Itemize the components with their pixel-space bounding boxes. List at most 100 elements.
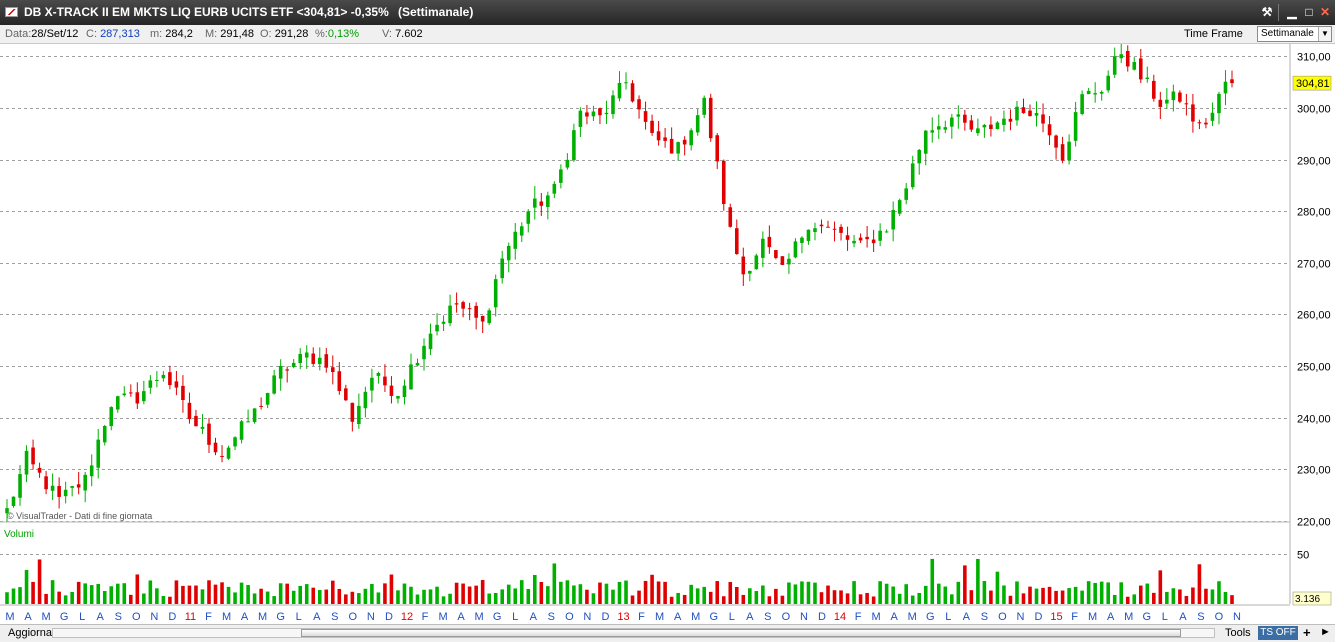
chart-scrollbar[interactable]: [52, 628, 1215, 638]
pin-icon[interactable]: ⚒: [1259, 4, 1275, 20]
price-tick-label: 270,00: [1297, 259, 1331, 271]
candle-body: [1106, 75, 1110, 91]
volume-bar: [187, 585, 192, 604]
candle-body: [884, 231, 889, 233]
candle-body: [396, 396, 400, 399]
x-tick-label: F: [422, 611, 429, 623]
candle-body: [259, 405, 263, 407]
candle-body: [1158, 99, 1163, 107]
pct-label: %:: [315, 28, 328, 40]
candle-body: [963, 114, 967, 123]
minimize-button[interactable]: ▁: [1284, 4, 1300, 20]
candle-body: [598, 108, 602, 116]
price-chart[interactable]: 220,00 230,00 240,00 250,00 260,00 270,00 280,…: [0, 44, 1335, 624]
x-tick-label: M: [655, 611, 664, 623]
x-tick-label: M: [908, 611, 917, 623]
candle-body: [858, 237, 863, 241]
candle-body: [806, 229, 811, 241]
plus-button[interactable]: +: [1303, 625, 1311, 640]
candle-body: [168, 372, 172, 386]
volume-bar: [1145, 583, 1150, 604]
candle-body: [1093, 93, 1097, 95]
volume-bar: [513, 588, 518, 604]
volume-bar: [936, 583, 941, 604]
volume-bar: [650, 574, 654, 604]
volume-bar: [1047, 586, 1052, 604]
candle-body: [1138, 58, 1143, 80]
candle-body: [995, 122, 1000, 129]
volume-bar: [311, 587, 316, 604]
candle-body: [344, 388, 348, 401]
candle-body: [878, 230, 882, 241]
volume-bar: [148, 580, 153, 604]
volume-bar: [441, 596, 446, 604]
volume-bar: [220, 582, 224, 604]
candle-body: [337, 371, 342, 392]
volume-bar: [18, 587, 22, 604]
x-tick-label: 13: [617, 611, 629, 623]
candle-body: [637, 99, 641, 110]
candle-body: [793, 241, 798, 258]
x-tick-label: L: [79, 611, 85, 623]
volume-bar: [604, 583, 609, 604]
tools-button[interactable]: Tools: [1225, 627, 1251, 639]
volume-bar: [396, 590, 400, 604]
x-tick-label: N: [367, 611, 375, 623]
x-tick-label: S: [548, 611, 555, 623]
volume-bar: [1184, 595, 1189, 604]
candle-body: [917, 149, 922, 164]
volume-bar: [891, 586, 895, 604]
date-value: 28/Set/12: [31, 28, 79, 40]
candle-body: [748, 270, 752, 274]
volume-bar: [1080, 590, 1084, 604]
x-tick-label: O: [565, 611, 574, 623]
volume-bar: [526, 588, 531, 604]
maximize-button[interactable]: □: [1301, 4, 1317, 20]
candle-body: [252, 408, 257, 423]
candle-body: [624, 82, 628, 84]
candle-body: [682, 139, 687, 145]
volume-bar: [37, 559, 42, 604]
scroll-right-arrow[interactable]: ►: [1320, 626, 1331, 638]
volume-bar: [298, 585, 303, 604]
volume-bar: [1119, 582, 1124, 604]
candle-body: [800, 237, 804, 243]
price-tick-label: 280,00: [1297, 207, 1331, 219]
close-button[interactable]: ✕: [1317, 4, 1333, 20]
volume-bar: [611, 589, 615, 604]
candle-body: [129, 392, 133, 394]
volume-bar: [142, 593, 146, 604]
timeframe-select[interactable]: Settimanale ▼: [1257, 26, 1332, 42]
x-tick-label: L: [296, 611, 302, 623]
chevron-down-icon: ▼: [1318, 27, 1331, 41]
volume-bar: [402, 583, 407, 604]
volume-bar: [415, 594, 420, 604]
candle-body: [1067, 141, 1071, 161]
refresh-button[interactable]: Aggiorna: [8, 627, 52, 639]
candle-body: [155, 379, 159, 381]
vol-value: 7.602: [395, 28, 423, 40]
candle-body: [559, 169, 563, 183]
volume-bar: [793, 584, 798, 604]
candle-body: [174, 381, 179, 388]
candle-body: [572, 130, 576, 161]
candle-body: [1125, 50, 1130, 67]
candle-body: [428, 333, 433, 350]
candle-body: [63, 489, 68, 497]
scrollbar-thumb[interactable]: [301, 629, 1181, 637]
candle-body: [272, 375, 276, 394]
candle-body: [83, 474, 87, 491]
volume-bar: [1106, 582, 1110, 604]
volume-bar: [761, 585, 765, 604]
candle-body: [448, 305, 452, 324]
ts-off-button[interactable]: TS OFF: [1258, 626, 1298, 640]
volume-bar: [708, 591, 713, 604]
candle-body: [761, 238, 765, 258]
candle-body: [474, 305, 478, 318]
volume-bar: [578, 584, 583, 604]
volume-bar: [89, 585, 94, 604]
volume-bar: [1054, 590, 1058, 604]
volume-bar: [1125, 596, 1130, 604]
candle-body: [1060, 144, 1065, 161]
candle-body: [982, 124, 987, 128]
